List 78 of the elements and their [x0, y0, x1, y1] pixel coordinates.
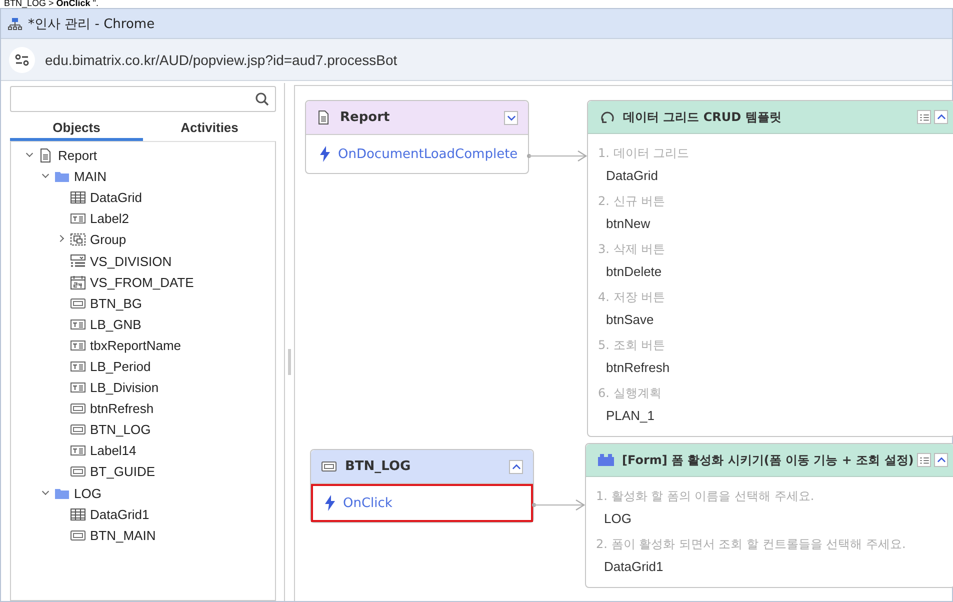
- button-icon: [70, 296, 86, 311]
- collapse-caret-icon[interactable]: [934, 453, 948, 467]
- tree-item[interactable]: VS_DIVISION: [90, 254, 172, 269]
- grid-icon: [70, 506, 86, 522]
- parameter-label: 1. 데이터 그리드: [598, 145, 690, 162]
- tree-item[interactable]: BTN_MAIN: [90, 528, 156, 543]
- collapse-caret-icon[interactable]: [934, 110, 948, 124]
- tree-item[interactable]: MAIN: [74, 169, 106, 184]
- lightning-icon: [320, 146, 330, 162]
- parameter-value[interactable]: PLAN_1: [598, 406, 944, 430]
- tree-item[interactable]: LB_Division: [90, 380, 159, 396]
- panel-tab[interactable]: Activities: [143, 118, 276, 141]
- label-icon: [70, 211, 86, 226]
- tree-item[interactable]: Label2: [90, 211, 130, 226]
- event-item[interactable]: OnDocumentLoadComplete: [306, 135, 528, 173]
- button-icon: [70, 422, 86, 438]
- calendar-icon: [70, 274, 86, 290]
- label-icon: [70, 316, 86, 332]
- group-icon: [70, 232, 86, 248]
- list-icon[interactable]: [917, 453, 931, 467]
- tree-item[interactable]: BT_GUIDE: [90, 464, 156, 480]
- tree-item[interactable]: Report: [58, 148, 98, 164]
- parameter-value[interactable]: btnRefresh: [598, 358, 944, 382]
- tree-item[interactable]: LOG: [74, 486, 102, 501]
- tree-item[interactable]: Group: [90, 232, 126, 248]
- node-title: [Form] 폼 활성화 시키기(폼 이동 기능 + 조회 설정): [622, 452, 914, 468]
- collapse-caret-icon[interactable]: [509, 460, 523, 474]
- panel-tab[interactable]: Objects: [10, 118, 143, 141]
- node-title: Report: [340, 110, 391, 125]
- tree-item[interactable]: DataGrid1: [90, 506, 150, 522]
- sitemap-icon: [8, 18, 22, 30]
- parameter-label: 1. 활성화 할 폼의 이름을 선택해 주세요.: [596, 488, 816, 505]
- tree-item[interactable]: Label14: [90, 443, 136, 458]
- button-icon: [70, 528, 86, 543]
- tree-item[interactable]: BTN_LOG: [90, 422, 151, 438]
- button-icon: [70, 464, 86, 480]
- parameter-value[interactable]: DataGrid: [598, 166, 944, 190]
- tree-item[interactable]: tbxReportName: [90, 338, 182, 353]
- button-icon: [321, 459, 337, 474]
- event-item[interactable]: OnClick: [311, 484, 533, 522]
- site-settings-icon[interactable]: [9, 46, 35, 72]
- label-icon: [70, 380, 86, 396]
- parameter-value[interactable]: btnDelete: [598, 262, 944, 286]
- parameter-value[interactable]: btnSave: [598, 310, 944, 334]
- node-title: BTN_LOG: [345, 459, 412, 474]
- dropdown-list-icon: [70, 254, 86, 269]
- parameter-label: 3. 삭제 버튼: [598, 241, 666, 258]
- splitter-handle[interactable]: [288, 349, 291, 375]
- search-icon[interactable]: [255, 92, 269, 106]
- tree-item[interactable]: DataGrid: [90, 190, 142, 206]
- grid-icon: [70, 190, 86, 206]
- tree-item[interactable]: LB_GNB: [90, 316, 142, 332]
- tree-item[interactable]: LB_Period: [90, 358, 151, 374]
- tree-item[interactable]: VS_FROM_DATE: [90, 274, 194, 290]
- url-text[interactable]: edu.bimatrix.co.kr/AUD/popview.jsp?id=aud7.processBot: [45, 52, 398, 68]
- label-icon: [70, 358, 86, 374]
- parameter-label: 5. 조회 버튼: [598, 337, 666, 354]
- parameter-value[interactable]: btnNew: [598, 214, 944, 238]
- button-icon: [70, 401, 86, 416]
- parameter-label: 2. 신규 버튼: [598, 193, 666, 210]
- folder-icon: [54, 169, 70, 184]
- tree-item[interactable]: btnRefresh: [90, 401, 154, 416]
- parameter-label: 4. 저장 버튼: [598, 289, 666, 306]
- list-icon[interactable]: [917, 110, 931, 124]
- parameter-value[interactable]: LOG: [596, 509, 944, 533]
- node-title: 데이터 그리드 CRUD 템플릿: [623, 108, 782, 126]
- parameter-label: 2. 폼이 활성화 되면서 조회 할 컨트롤들을 선택해 주세요.: [596, 536, 907, 553]
- label-icon: [70, 338, 86, 353]
- parameter-label: 6. 실행계획: [598, 385, 662, 402]
- brick-icon: [598, 454, 614, 466]
- search-field[interactable]: [10, 86, 276, 112]
- window-title: *인사 관리 - Chrome: [28, 16, 155, 32]
- lightning-icon: [325, 495, 335, 511]
- label-icon: [70, 443, 86, 458]
- expand-caret-icon[interactable]: [504, 110, 518, 124]
- refresh-arc-icon: [600, 110, 615, 124]
- parameter-value[interactable]: DataGrid1: [596, 557, 944, 581]
- tree-item[interactable]: BTN_BG: [90, 296, 142, 311]
